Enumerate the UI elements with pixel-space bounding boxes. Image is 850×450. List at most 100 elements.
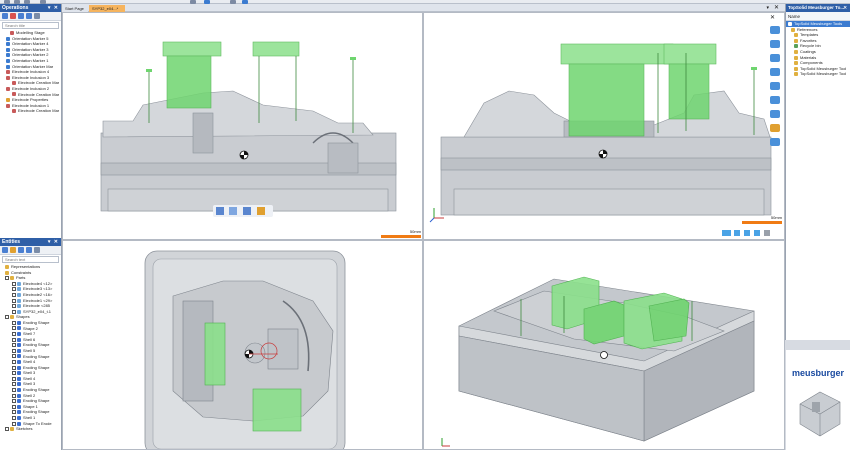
visibility-checkbox[interactable]: [12, 337, 16, 342]
rotate-icon[interactable]: [770, 26, 780, 34]
operation-icon: [6, 70, 10, 75]
visibility-checkbox[interactable]: [12, 376, 16, 381]
chevron-down-icon[interactable]: ▾: [766, 4, 769, 12]
visibility-checkbox[interactable]: [12, 410, 16, 415]
move-up-icon[interactable]: [18, 13, 24, 19]
visibility-checkbox[interactable]: [12, 298, 16, 303]
viewport-side[interactable]: 50mm: [423, 12, 785, 240]
operation-icon: [12, 81, 16, 86]
render-icon[interactable]: [754, 230, 760, 236]
part-icon: [17, 309, 21, 314]
shape-icon: [17, 404, 21, 409]
view-front-icon[interactable]: [216, 207, 224, 215]
visibility-checkbox[interactable]: [12, 415, 16, 420]
zoom-fit-icon[interactable]: [770, 96, 780, 104]
tab-active-document[interactable]: SYP32_e04...*: [89, 5, 125, 12]
viewport-top[interactable]: [62, 240, 423, 450]
visibility-checkbox[interactable]: [5, 276, 9, 281]
view-top-icon[interactable]: [770, 82, 780, 90]
tree-item-label: Favorites: [800, 37, 817, 43]
visibility-checkbox[interactable]: [12, 320, 16, 325]
entities-search-input[interactable]: Search text: [2, 256, 59, 263]
entities-panel: Entities ▾ ✕ Search text Representations…: [0, 238, 62, 450]
visibility-checkbox[interactable]: [12, 354, 16, 359]
trash-icon[interactable]: [764, 230, 770, 236]
tree-item-sketches[interactable]: Sketches: [0, 426, 61, 432]
tree-item-label: TopSolid Meusburger Tools: [794, 21, 843, 26]
folder-icon: [5, 264, 9, 269]
view-top-icon[interactable]: [243, 207, 251, 215]
visibility-checkbox[interactable]: [12, 304, 16, 309]
snapshot-icon[interactable]: [722, 230, 731, 236]
viewport-front[interactable]: 50mm: [62, 12, 423, 240]
tree-item-label: Eroding Shape: [23, 342, 50, 348]
folder-icon: [10, 427, 14, 432]
visibility-checkbox[interactable]: [12, 343, 16, 348]
tree-item-label: Shell 3: [23, 381, 36, 387]
visibility-checkbox[interactable]: [12, 404, 16, 409]
tree-item-label: Sketches: [16, 426, 33, 432]
tree-item-label: Electrode <285: [23, 303, 51, 309]
material-icon[interactable]: [770, 124, 780, 132]
visibility-checkbox[interactable]: [12, 332, 16, 337]
shape-icon: [17, 320, 21, 325]
tree-item-label: Shell 4: [23, 359, 36, 365]
panel-window-buttons[interactable]: ✕: [843, 4, 848, 12]
options-icon[interactable]: [34, 13, 40, 19]
close-icon[interactable]: ✕: [774, 4, 779, 12]
view-tools-strip: ✕: [765, 12, 785, 152]
visibility-checkbox[interactable]: [12, 292, 16, 297]
filter-icon[interactable]: [2, 13, 8, 19]
move-down-icon[interactable]: [26, 13, 32, 19]
view-front-icon[interactable]: [770, 68, 780, 76]
visibility-checkbox[interactable]: [5, 315, 9, 320]
viewport-isometric[interactable]: [423, 240, 785, 450]
show-icon[interactable]: [18, 247, 24, 253]
folder-icon[interactable]: [10, 247, 16, 253]
visibility-checkbox[interactable]: [12, 382, 16, 387]
operations-panel-title: Operations ▾ ✕: [0, 4, 61, 12]
camera-icon[interactable]: [734, 230, 740, 236]
visibility-checkbox[interactable]: [12, 371, 16, 376]
visibility-checkbox[interactable]: [12, 348, 16, 353]
layers-icon[interactable]: [770, 138, 780, 146]
visibility-checkbox[interactable]: [12, 393, 16, 398]
entities-panel-title: Entities ▾ ✕: [0, 238, 61, 246]
visibility-checkbox[interactable]: [12, 360, 16, 365]
panel-window-buttons[interactable]: ▾ ✕: [48, 238, 59, 246]
operation-icon: [12, 92, 16, 97]
options-icon[interactable]: [34, 247, 40, 253]
tab-start-page[interactable]: Start Page: [62, 5, 88, 12]
visibility-checkbox[interactable]: [12, 309, 16, 314]
view-toolbar[interactable]: [720, 227, 780, 239]
scale-bar: 50mm: [381, 229, 421, 238]
visibility-checkbox[interactable]: [12, 399, 16, 404]
pan-icon[interactable]: [770, 40, 780, 48]
view-iso-icon[interactable]: [229, 207, 237, 215]
operations-search-input[interactable]: Search title: [2, 22, 59, 29]
visibility-checkbox[interactable]: [12, 388, 16, 392]
tree-item-label: Orientation Marker 5: [12, 35, 49, 41]
operations-toolbar: [0, 12, 61, 21]
delete-icon[interactable]: [10, 13, 16, 19]
visibility-checkbox[interactable]: [12, 365, 16, 370]
visibility-checkbox[interactable]: [12, 421, 16, 426]
tree-item-topsolid-meusburger-tool[interactable]: TopSolid Meusburger Tool: [786, 71, 850, 77]
part-icon: [17, 287, 21, 292]
filter-icon[interactable]: [2, 247, 8, 253]
close-icon[interactable]: ✕: [770, 14, 775, 21]
visibility-checkbox[interactable]: [5, 427, 9, 432]
view-toolbar[interactable]: [213, 205, 273, 217]
light-icon[interactable]: [744, 230, 750, 236]
visibility-checkbox[interactable]: [12, 287, 16, 292]
zoom-icon[interactable]: [770, 54, 780, 62]
tree-item-electrode-creation-mar[interactable]: Electrode Creation Mar: [0, 108, 61, 114]
visibility-checkbox[interactable]: [12, 281, 16, 286]
view-options-icon[interactable]: [257, 207, 265, 215]
zoom-window-icon[interactable]: [770, 110, 780, 118]
hide-icon[interactable]: [26, 247, 32, 253]
shape-icon: [17, 415, 21, 420]
preview-image: [799, 391, 841, 437]
visibility-checkbox[interactable]: [12, 326, 16, 331]
panel-window-buttons[interactable]: ▾ ✕: [48, 4, 59, 12]
